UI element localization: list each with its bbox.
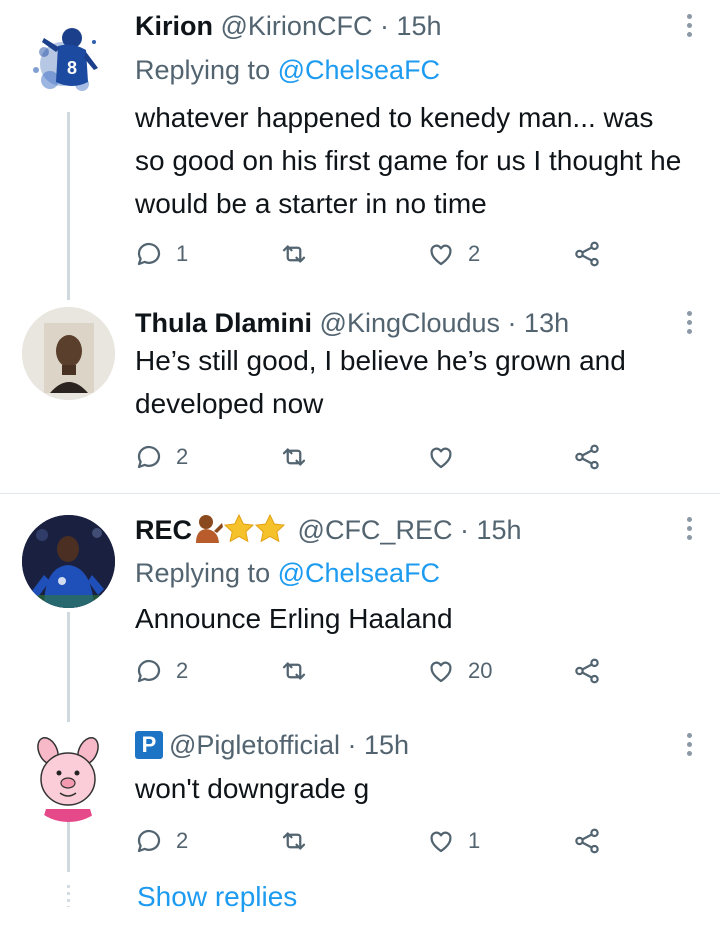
- replying-to: Replying to @ChelseaFC: [135, 558, 441, 588]
- author-handle-time[interactable]: @KingCloudus · 13h: [320, 308, 570, 338]
- replying-to: Replying to @ChelseaFC: [135, 55, 441, 85]
- share-icon: [575, 828, 599, 854]
- heart-icon: [430, 661, 452, 683]
- tweet-actions: 2 20: [134, 655, 614, 687]
- thread-line: [67, 112, 70, 300]
- more-options-icon[interactable]: [682, 733, 696, 759]
- heart-icon: [430, 244, 452, 266]
- like-count: 2: [468, 241, 481, 266]
- reply-count: 2: [176, 658, 189, 683]
- reply-icon: [137, 242, 161, 266]
- share-button[interactable]: [572, 238, 602, 270]
- reply-button[interactable]: 1: [134, 238, 188, 270]
- author-handle-time[interactable]: @Pigletofficial · 15h: [169, 730, 409, 760]
- tweet-actions: 1 2: [134, 238, 614, 270]
- reply-count: 2: [176, 828, 189, 853]
- tweet-text: whatever happened to kenedy man... was s…: [135, 102, 682, 219]
- tweet-header: P @Pigletofficial · 15h: [135, 729, 409, 761]
- share-icon: [575, 241, 599, 267]
- emoji-decoration: [192, 513, 290, 550]
- retweet-button[interactable]: [279, 655, 321, 687]
- avatar[interactable]: 8: [22, 12, 115, 105]
- like-count: 20: [468, 658, 493, 683]
- reply-button[interactable]: 2: [134, 441, 188, 473]
- tweet-header: Thula Dlamini @KingCloudus · 13h: [135, 307, 569, 339]
- author-name[interactable]: REC: [135, 515, 192, 545]
- author-name[interactable]: Thula Dlamini: [135, 308, 312, 338]
- retweet-button[interactable]: [279, 238, 321, 270]
- tweet-header: Kirion @KirionCFC · 15h: [135, 10, 442, 42]
- tweet-text: won't downgrade g: [135, 773, 370, 804]
- like-button[interactable]: [426, 441, 468, 473]
- reply-button[interactable]: 2: [134, 655, 188, 687]
- share-icon: [575, 658, 599, 684]
- retweet-icon: [282, 662, 306, 680]
- tweet-text: Announce Erling Haaland: [135, 603, 453, 634]
- like-button[interactable]: 2: [426, 238, 480, 270]
- chelsea-player-8-avatar: 8: [22, 12, 115, 105]
- retweet-icon: [282, 448, 306, 466]
- author-name[interactable]: Kirion: [135, 11, 213, 41]
- tweet-actions: 2: [134, 441, 614, 473]
- retweet-icon: [282, 832, 306, 850]
- avatar[interactable]: [22, 729, 115, 822]
- more-options-icon[interactable]: [682, 311, 696, 337]
- heart-icon: [430, 447, 452, 469]
- svg-text:8: 8: [67, 58, 77, 78]
- reply-icon: [137, 445, 161, 469]
- thread-line: [67, 822, 70, 872]
- reply-icon: [137, 829, 161, 853]
- retweet-button[interactable]: [279, 825, 321, 857]
- like-count: 1: [468, 828, 481, 853]
- reply-count: 1: [176, 241, 189, 266]
- portrait-avatar: [22, 307, 115, 400]
- replying-to-handle[interactable]: @ChelseaFC: [278, 558, 440, 588]
- share-icon: [575, 444, 599, 470]
- replying-to-handle[interactable]: @ChelseaFC: [278, 55, 440, 85]
- heart-icon: [430, 831, 452, 853]
- reply-icon: [137, 659, 161, 683]
- retweet-icon: [282, 245, 306, 263]
- reply-button[interactable]: 2: [134, 825, 188, 857]
- author-handle-time[interactable]: @KirionCFC · 15h: [221, 11, 442, 41]
- show-replies-link[interactable]: Show replies: [137, 880, 297, 914]
- like-button[interactable]: 1: [426, 825, 480, 857]
- share-button[interactable]: [572, 825, 602, 857]
- footballer-avatar: [22, 515, 115, 608]
- retweet-button[interactable]: [279, 441, 321, 473]
- avatar[interactable]: [22, 307, 115, 400]
- reply-count: 2: [176, 444, 189, 469]
- like-button[interactable]: 20: [426, 655, 492, 687]
- share-button[interactable]: [572, 655, 602, 687]
- thread-divider: [0, 493, 720, 494]
- parking-badge-emoji: P: [135, 731, 163, 759]
- more-replies-dots: [67, 883, 70, 907]
- share-button[interactable]: [572, 441, 602, 473]
- tweet-actions: 2 1: [134, 825, 614, 857]
- more-options-icon[interactable]: [682, 517, 696, 543]
- more-options-icon[interactable]: [682, 14, 696, 40]
- author-handle-time[interactable]: @CFC_REC · 15h: [298, 515, 522, 545]
- piglet-avatar: [22, 729, 115, 822]
- tweet-header: REC @CFC_REC · 15h: [135, 513, 522, 550]
- thread-line: [67, 612, 70, 722]
- tweet-text: He’s still good, I believe he’s grown an…: [135, 345, 626, 419]
- avatar[interactable]: [22, 515, 115, 608]
